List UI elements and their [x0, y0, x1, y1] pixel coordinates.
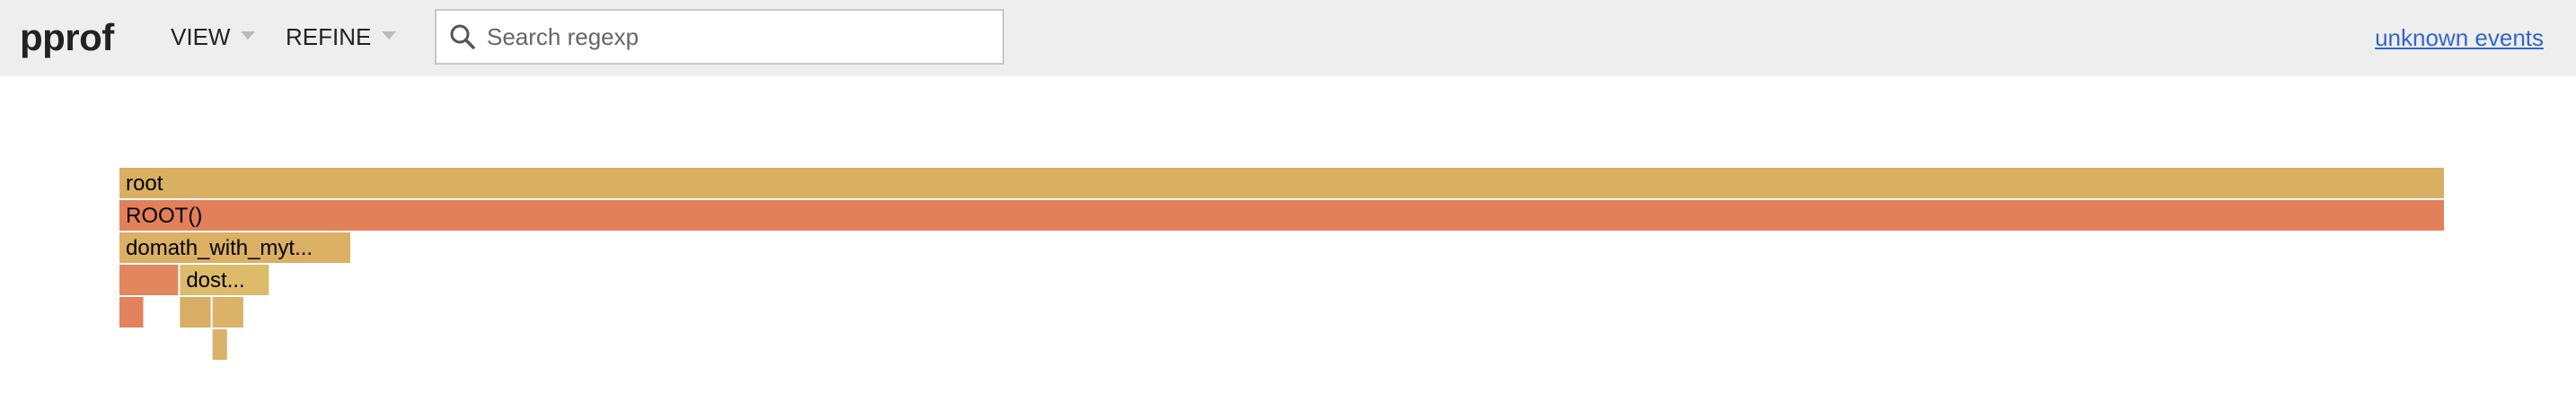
flame-frame-box — [212, 329, 227, 360]
flame-frame-label: root — [126, 171, 163, 196]
flame-frame[interactable] — [212, 297, 243, 328]
flame-frame-box — [119, 297, 144, 328]
unknown-events-link[interactable]: unknown events — [2375, 24, 2544, 52]
flame-frame[interactable] — [212, 329, 227, 360]
refine-menu-label: REFINE — [286, 23, 372, 50]
flame-frame-box — [119, 265, 179, 295]
flame-frame-label: domath_with_myt... — [126, 236, 313, 260]
flame-frame[interactable] — [119, 265, 179, 295]
flame-frame-label: dost... — [186, 268, 244, 293]
view-menu-label: VIEW — [171, 23, 231, 50]
flame-frame-box — [119, 200, 2444, 231]
flame-frame-box — [212, 297, 243, 328]
refine-menu[interactable]: REFINE — [286, 23, 397, 51]
flame-frame[interactable]: root — [119, 168, 2444, 198]
app-logo: pprof — [20, 16, 114, 58]
flame-frame-box — [119, 168, 2444, 198]
flame-frame-label: ROOT() — [126, 204, 202, 228]
search-box[interactable] — [435, 9, 1004, 65]
flame-frame[interactable] — [180, 297, 211, 328]
view-menu[interactable]: VIEW — [171, 23, 256, 51]
top-toolbar: pprof VIEW REFINE unknown events — [0, 0, 2576, 76]
flame-frame[interactable]: domath_with_myt... — [119, 232, 350, 263]
chevron-down-icon — [382, 31, 397, 39]
search-input[interactable] — [487, 11, 990, 63]
flame-frame-box — [180, 297, 211, 328]
flame-frame[interactable] — [119, 297, 144, 328]
flame-frame[interactable]: ROOT() — [119, 200, 2444, 231]
search-icon — [449, 23, 476, 50]
flame-frame[interactable]: dost... — [180, 265, 269, 295]
chevron-down-icon — [241, 31, 256, 39]
